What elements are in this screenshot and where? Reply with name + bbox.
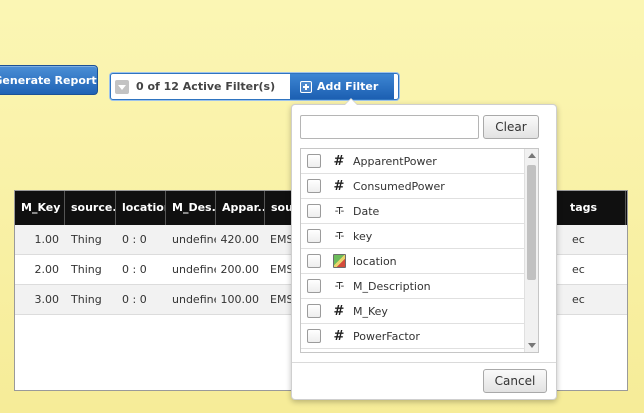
cell-location: 0 : 0 — [122, 233, 147, 246]
cell-sou: EMS — [270, 233, 292, 246]
cell-m-description: undefinec — [172, 263, 216, 276]
checkbox[interactable] — [307, 329, 321, 343]
popup-divider — [292, 362, 556, 363]
cell-source: Thing — [71, 293, 102, 306]
clear-button[interactable]: Clear — [483, 115, 539, 139]
field-label: M_Description — [353, 280, 431, 293]
list-item[interactable]: -T- key — [301, 224, 531, 249]
column-header-source[interactable]: source... — [65, 191, 116, 225]
field-list: # ApparentPower # ConsumedPower -T- Date… — [300, 148, 539, 353]
cell-location: 0 : 0 — [122, 263, 147, 276]
list-item[interactable]: # ApparentPower — [301, 149, 531, 174]
cell-tags: ec — [572, 233, 585, 246]
field-label: key — [353, 230, 373, 243]
filter-search-input[interactable] — [300, 115, 479, 139]
add-filter-popup: Clear # ApparentPower # ConsumedPower -T… — [291, 98, 557, 400]
field-label: PowerFactor — [353, 330, 420, 343]
text-icon: -T- — [334, 231, 345, 242]
checkbox[interactable] — [307, 229, 321, 243]
field-label: ConsumedPower — [353, 180, 445, 193]
cell-m-key: 1.00 — [34, 233, 60, 246]
column-header-sou[interactable]: sou — [265, 191, 292, 225]
list-item[interactable]: -T- M_Description — [301, 274, 531, 299]
list-scrollbar[interactable] — [524, 149, 538, 352]
column-header-m-description[interactable]: M_Des... — [166, 191, 216, 225]
number-icon: # — [333, 304, 345, 319]
cell-m-description: undefinec — [172, 233, 216, 246]
list-item[interactable]: # ConsumedPower — [301, 174, 531, 199]
scroll-thumb[interactable] — [527, 165, 536, 280]
location-icon — [333, 254, 346, 268]
number-icon: # — [333, 154, 345, 169]
active-filter-count: 0 of 12 Active Filter(s) — [136, 80, 276, 93]
text-icon: -T- — [334, 281, 345, 292]
column-header-m-key[interactable]: M_Key — [15, 191, 65, 225]
field-label: location — [353, 255, 397, 268]
list-item[interactable]: location — [301, 249, 531, 274]
expand-filters-icon[interactable] — [115, 80, 129, 94]
cell-apparent: 200.00 — [220, 263, 260, 276]
generate-report-button[interactable]: Generate Report — [0, 65, 98, 95]
cell-m-description: undefinec — [172, 293, 216, 306]
filter-bar: 0 of 12 Active Filter(s) Add Filter — [110, 73, 399, 100]
plus-icon — [300, 80, 312, 93]
column-header-tags[interactable]: tags — [564, 191, 626, 225]
cancel-button[interactable]: Cancel — [483, 369, 547, 393]
text-icon: -T- — [334, 206, 345, 217]
scroll-up-icon[interactable] — [528, 153, 536, 158]
checkbox[interactable] — [307, 154, 321, 168]
list-item[interactable]: # PowerFactor — [301, 324, 531, 349]
field-label: Date — [353, 205, 380, 218]
add-filter-label: Add Filter — [317, 80, 379, 93]
number-icon: # — [333, 179, 345, 194]
add-filter-button[interactable]: Add Filter — [290, 74, 394, 99]
cell-sou: EMS — [270, 263, 292, 276]
checkbox[interactable] — [307, 304, 321, 318]
list-item[interactable]: -T- Date — [301, 199, 531, 224]
field-label: M_Key — [353, 305, 388, 318]
cell-source: Thing — [71, 233, 102, 246]
checkbox[interactable] — [307, 204, 321, 218]
cell-apparent: 100.00 — [220, 293, 260, 306]
cell-sou: EMS — [270, 293, 292, 306]
column-header-location[interactable]: location — [116, 191, 166, 225]
cell-tags: ec — [572, 293, 585, 306]
checkbox[interactable] — [307, 254, 321, 268]
field-label: ApparentPower — [353, 155, 437, 168]
cell-location: 0 : 0 — [122, 293, 147, 306]
list-item[interactable]: # M_Key — [301, 299, 531, 324]
cell-apparent: 420.00 — [220, 233, 260, 246]
cell-source: Thing — [71, 263, 102, 276]
cell-tags: ec — [572, 263, 585, 276]
checkbox[interactable] — [307, 279, 321, 293]
number-icon: # — [333, 329, 345, 344]
cell-m-key: 2.00 — [34, 263, 60, 276]
scroll-down-icon[interactable] — [528, 343, 536, 348]
column-header-apparent[interactable]: Appar... — [216, 191, 265, 225]
checkbox[interactable] — [307, 179, 321, 193]
cell-m-key: 3.00 — [34, 293, 60, 306]
